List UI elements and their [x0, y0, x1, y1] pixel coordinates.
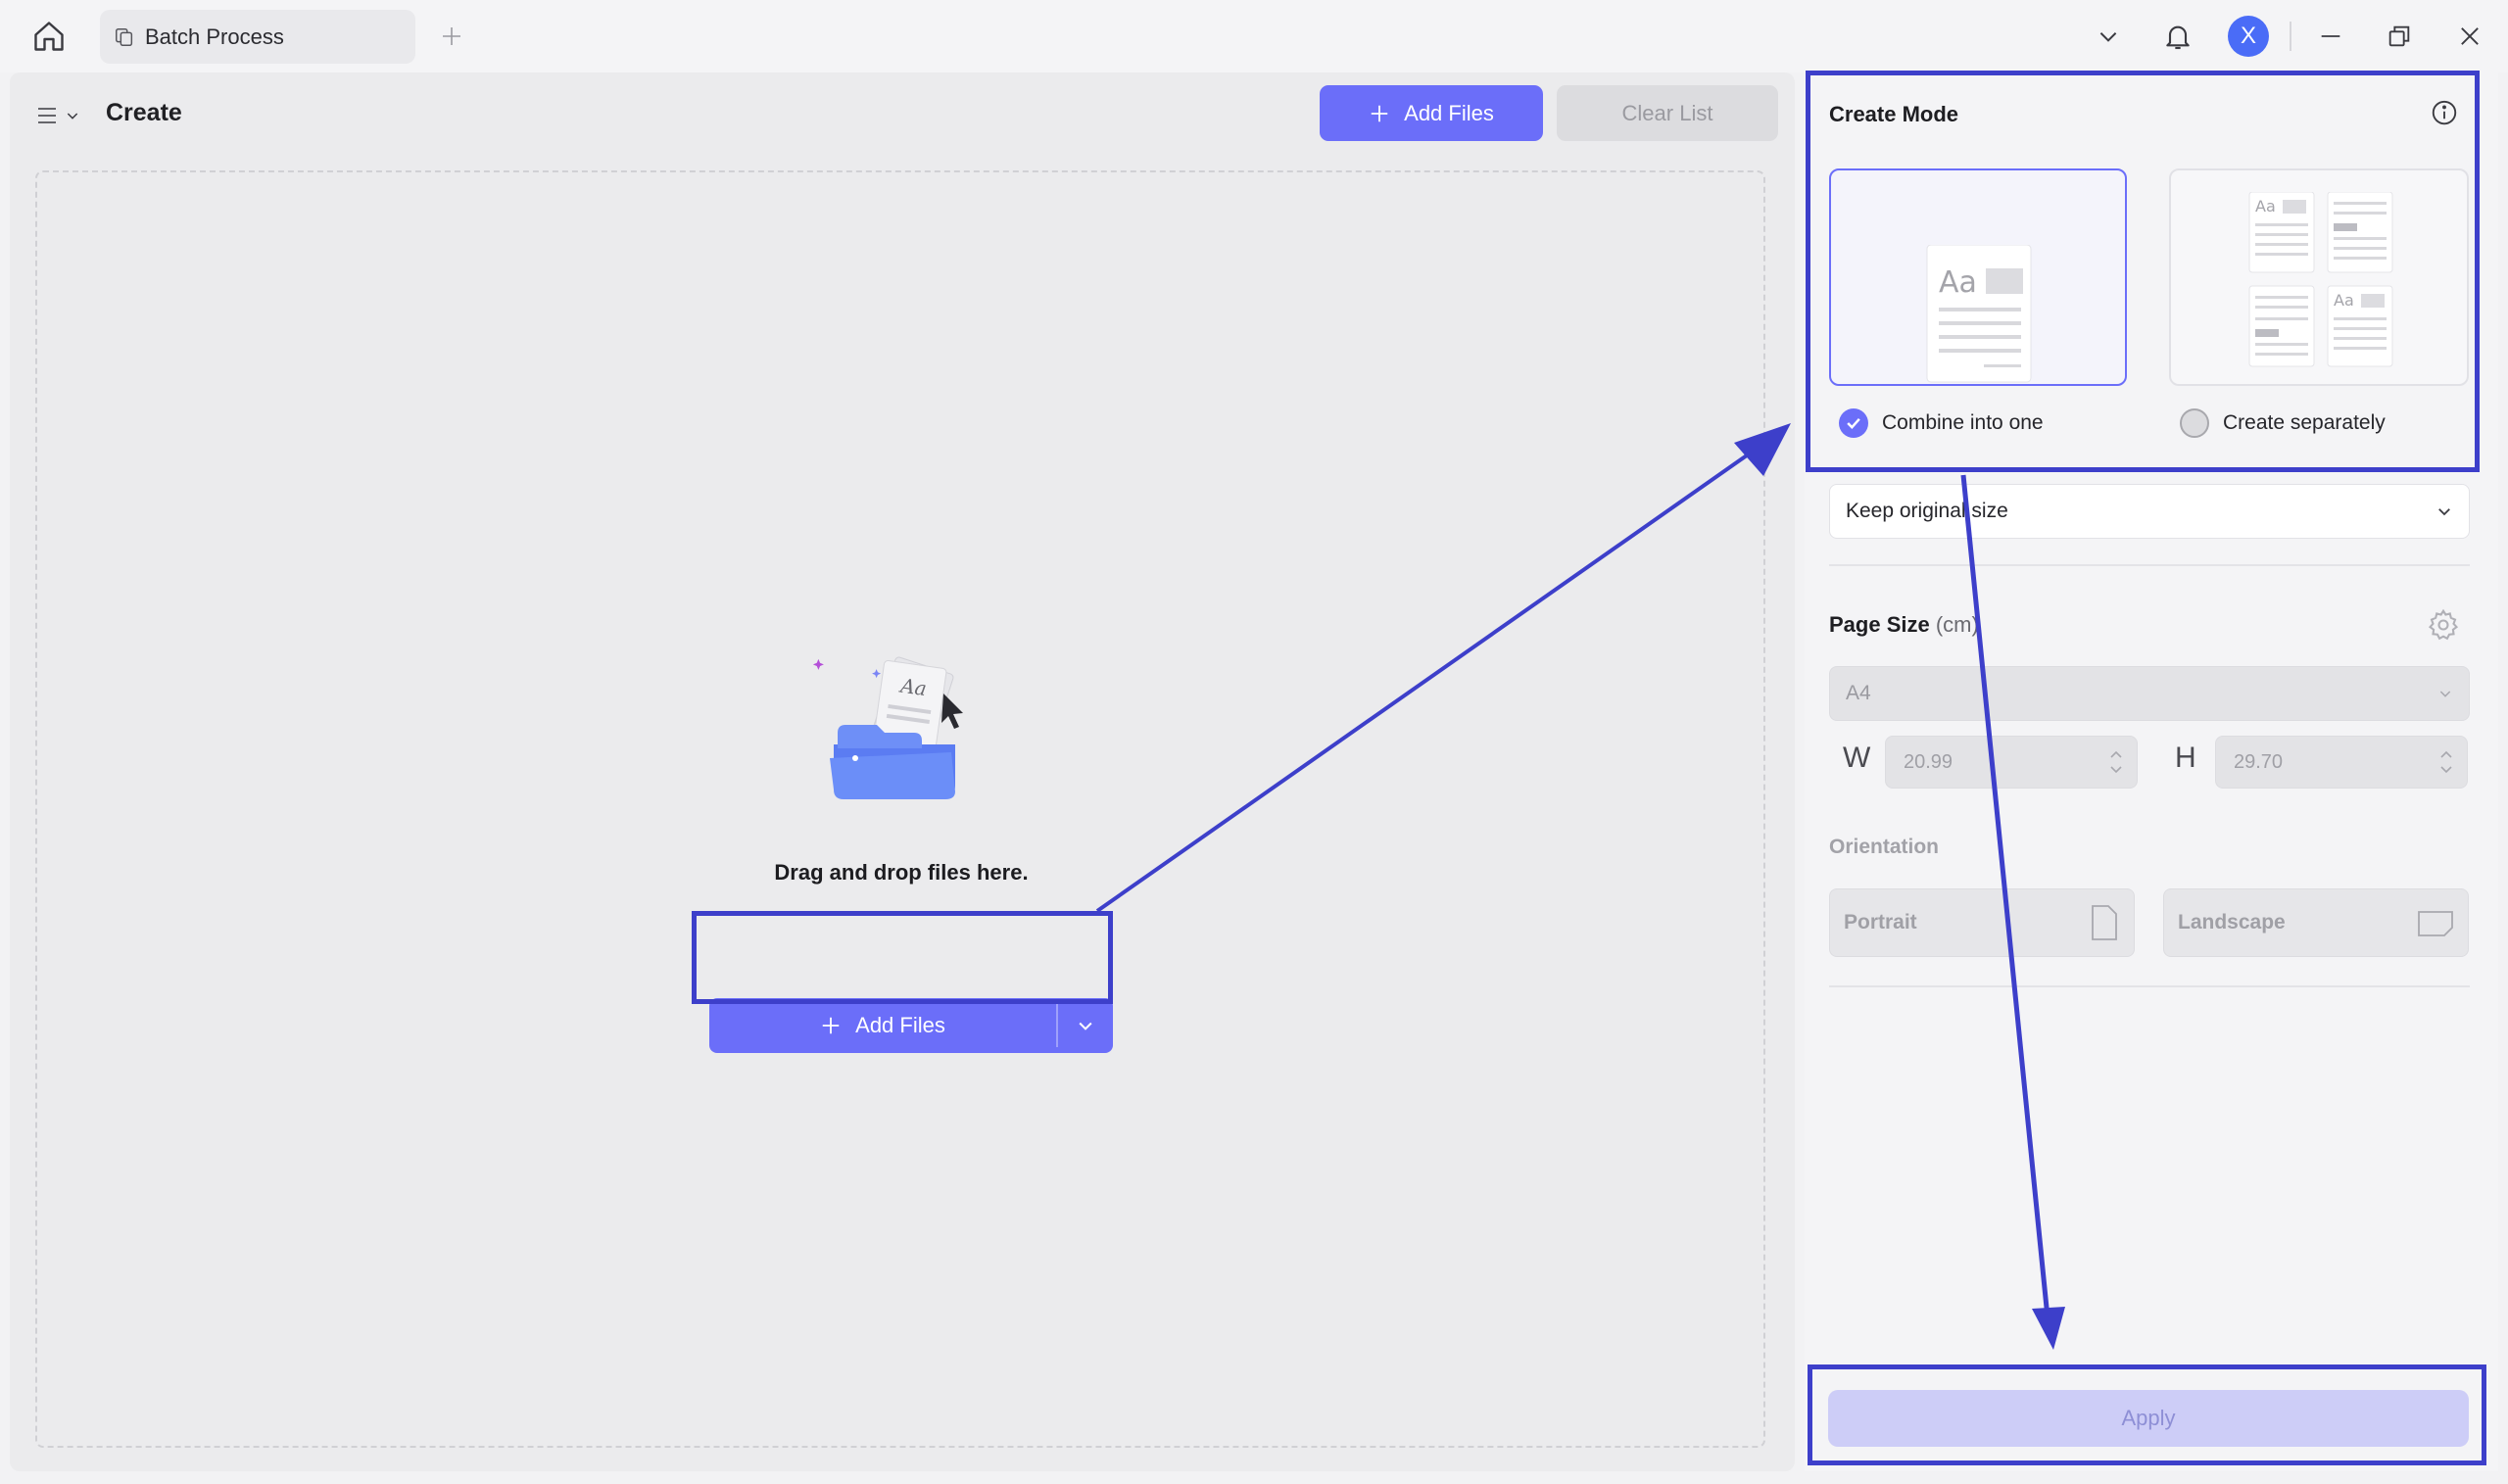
add-files-label: Add Files	[1404, 100, 1494, 125]
center-add-files-button[interactable]: Add Files	[709, 998, 1056, 1053]
drop-instruction: Drag and drop files here.	[774, 860, 1029, 885]
tab-label: Batch Process	[145, 24, 284, 49]
page-title: Create	[106, 99, 182, 126]
multiple-documents-icon: Aa Aa	[2248, 192, 2393, 367]
home-icon	[34, 22, 64, 51]
add-files-button[interactable]: Add Files	[1320, 85, 1543, 141]
divider	[1829, 985, 2470, 987]
stepper-icon[interactable]	[2109, 747, 2123, 777]
size-option-select[interactable]: Keep original size	[1829, 484, 2470, 539]
center-add-files-split-button: Add Files	[709, 998, 1113, 1053]
width-value: 20.99	[1904, 750, 1953, 773]
page-size-select[interactable]: A4	[1829, 666, 2470, 721]
new-tab-button[interactable]	[437, 18, 466, 55]
size-option-value: Keep original size	[1846, 500, 2008, 522]
page-size-value: A4	[1846, 682, 1871, 704]
combine-mode-card[interactable]: Aa	[1829, 168, 2127, 386]
combine-radio-option[interactable]: Combine into one	[1839, 408, 2044, 438]
page-size-title: Page Size (cm)	[1829, 612, 1979, 638]
chevron-down-icon	[2439, 691, 2451, 697]
page-size-settings-button[interactable]	[2424, 605, 2463, 645]
gear-icon	[2428, 608, 2459, 641]
radio-unchecked-icon	[2180, 408, 2209, 438]
combine-label: Combine into one	[1882, 411, 2044, 434]
width-input[interactable]: 20.99	[1885, 736, 2138, 789]
add-files-dropdown-button[interactable]	[1058, 998, 1113, 1053]
svg-text:Aa: Aa	[897, 673, 928, 700]
portrait-label: Portrait	[1844, 911, 1917, 933]
chevron-down-icon	[2099, 32, 2117, 42]
drop-zone[interactable]	[35, 170, 1765, 1448]
chevron-down-icon	[2438, 508, 2450, 516]
restore-button[interactable]	[2377, 14, 2422, 59]
portrait-icon	[2092, 905, 2117, 940]
stepper-icon[interactable]	[2439, 747, 2453, 777]
separate-radio-option[interactable]: Create separately	[2180, 408, 2386, 438]
page-size-unit: (cm)	[1935, 612, 1979, 637]
create-mode-title: Create Mode	[1829, 102, 1959, 126]
chevron-down-icon	[67, 113, 78, 120]
tab-batch-process[interactable]: Batch Process	[100, 10, 415, 64]
landscape-icon	[2418, 911, 2453, 936]
tabs-dropdown-button[interactable]	[2087, 14, 2130, 59]
svg-text:Aa: Aa	[1939, 265, 1977, 300]
notifications-button[interactable]	[2155, 14, 2200, 59]
menu-icon	[38, 108, 56, 123]
clear-list-button[interactable]: Clear List	[1557, 85, 1778, 141]
portrait-button[interactable]: Portrait	[1829, 888, 2135, 957]
apply-button[interactable]: Apply	[1828, 1390, 2469, 1447]
svg-text:Aa: Aa	[2255, 197, 2276, 215]
close-icon	[2461, 27, 2479, 45]
apply-label: Apply	[2121, 1406, 2176, 1430]
landscape-button[interactable]: Landscape	[2163, 888, 2469, 957]
separate-label: Create separately	[2223, 411, 2386, 434]
folder-documents-icon: Aa	[812, 656, 963, 799]
avatar: X	[2228, 16, 2269, 57]
info-button[interactable]	[2428, 96, 2461, 129]
titlebar-divider	[2290, 22, 2291, 51]
minimize-icon	[2321, 35, 2340, 37]
orientation-title: Orientation	[1829, 836, 1940, 858]
minimize-button[interactable]	[2308, 14, 2353, 59]
width-label: W	[1843, 742, 1871, 774]
title-bar: Batch Process X	[0, 0, 2508, 72]
plus-icon	[822, 1017, 840, 1034]
checkmark-icon	[1839, 408, 1868, 438]
menu-toggle-button[interactable]	[35, 100, 80, 131]
user-avatar-button[interactable]: X	[2226, 14, 2271, 59]
batch-icon	[116, 27, 133, 46]
separate-mode-card[interactable]: Aa Aa	[2169, 168, 2469, 386]
divider	[1829, 564, 2470, 566]
landscape-label: Landscape	[2178, 911, 2286, 933]
plus-icon	[443, 27, 460, 45]
page-size-label: Page Size	[1829, 612, 1930, 637]
height-label: H	[2175, 742, 2196, 774]
restore-icon	[2388, 25, 2410, 47]
center-add-files-label: Add Files	[855, 1013, 945, 1037]
info-icon	[2432, 100, 2457, 125]
bell-icon	[2166, 25, 2190, 50]
height-input[interactable]: 29.70	[2215, 736, 2468, 789]
svg-text:Aa: Aa	[2334, 291, 2354, 310]
single-document-icon: Aa	[1926, 245, 2032, 383]
home-button[interactable]	[27, 16, 71, 57]
height-value: 29.70	[2234, 750, 2284, 773]
plus-icon	[1371, 105, 1388, 121]
chevron-down-icon	[1079, 1022, 1092, 1030]
close-button[interactable]	[2447, 14, 2492, 59]
clear-list-label: Clear List	[1621, 100, 1713, 125]
main-panel: Create Add Files Clear List Aa Drag and …	[10, 72, 1795, 1471]
